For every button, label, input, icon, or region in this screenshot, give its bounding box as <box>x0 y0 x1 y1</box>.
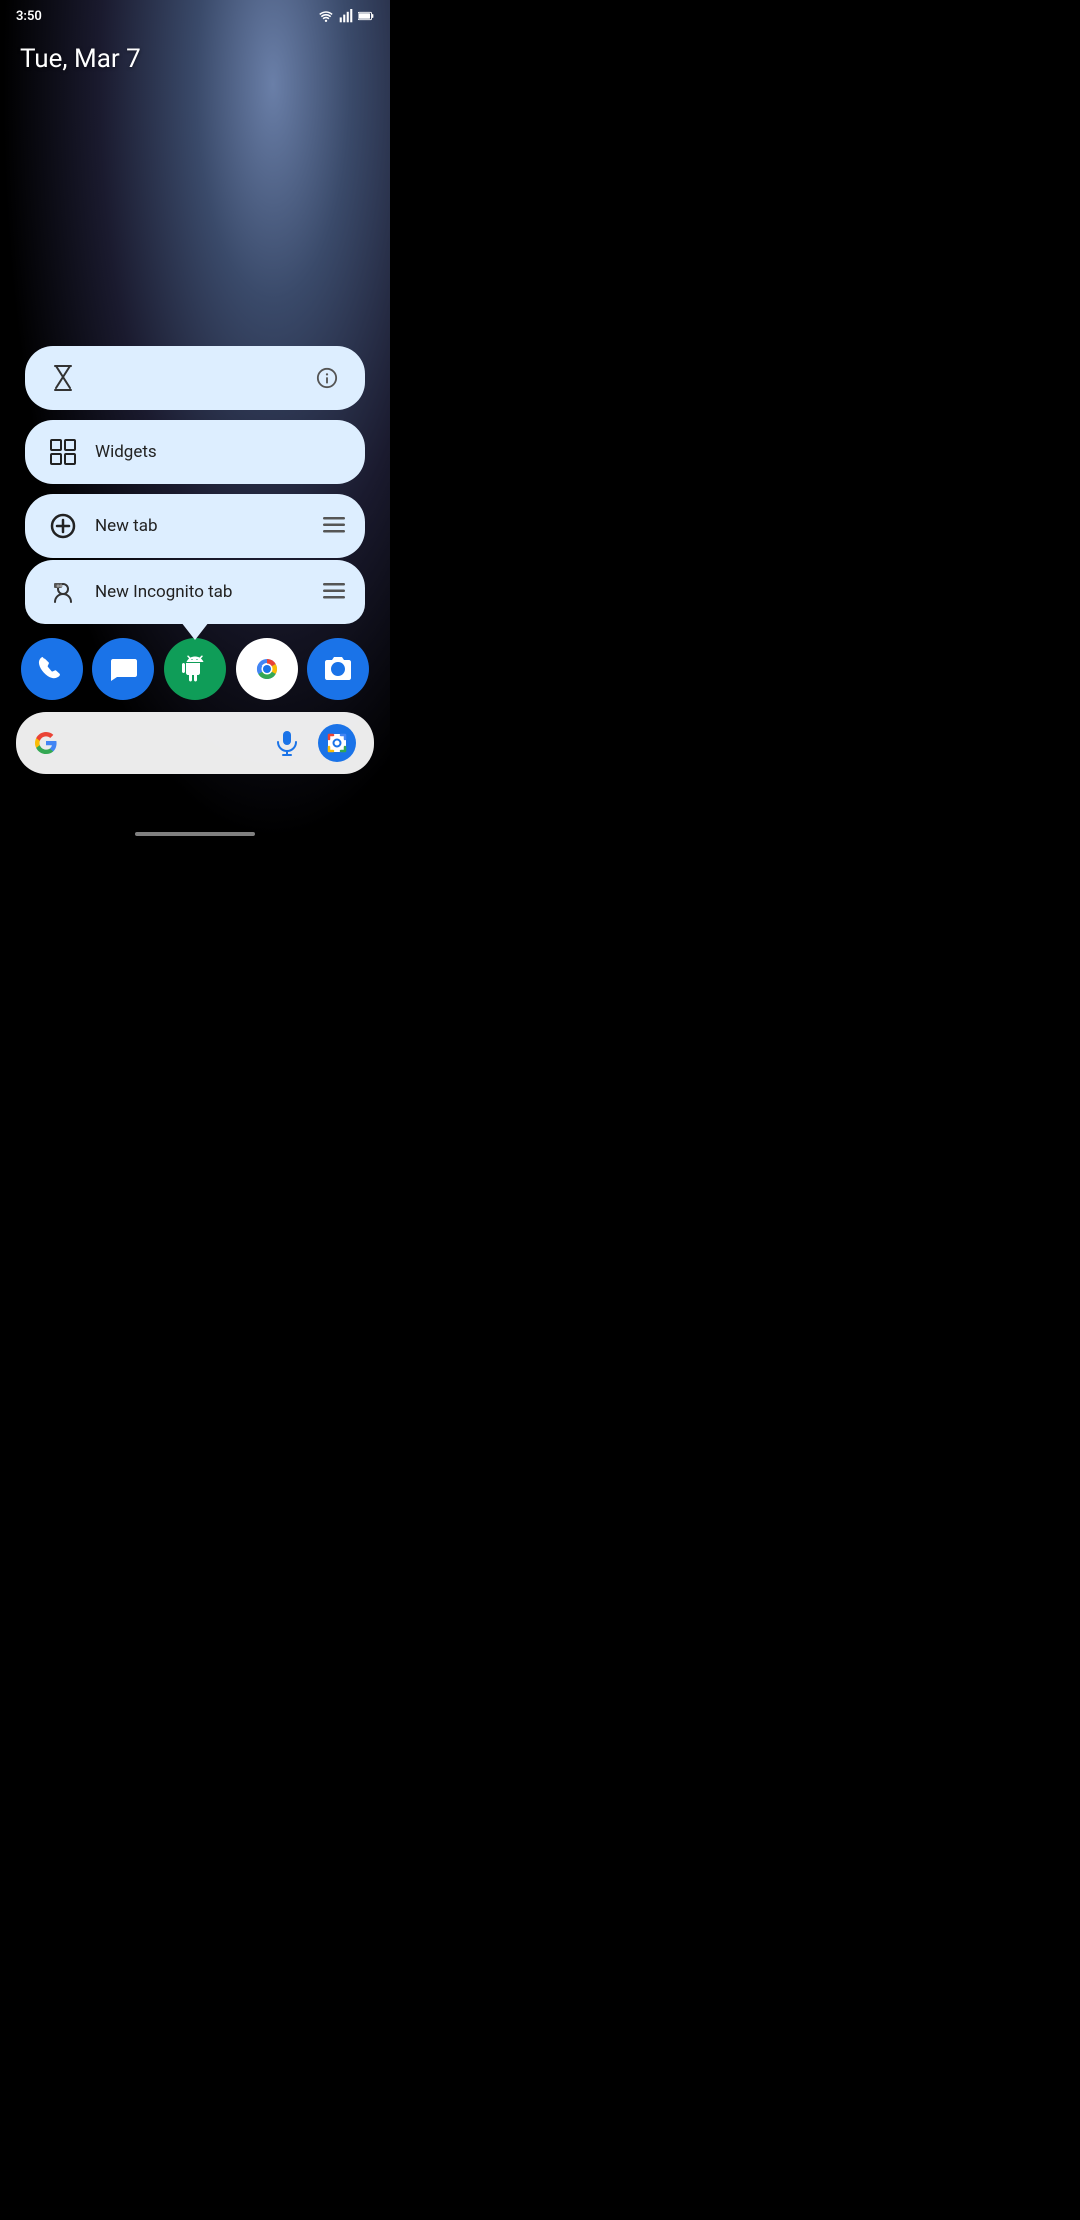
info-icon[interactable] <box>309 360 345 396</box>
google-logo <box>34 731 58 755</box>
dock-icons <box>16 638 374 700</box>
menu-item-new-tab[interactable]: New tab <box>25 494 365 558</box>
dock-app-camera[interactable] <box>307 638 369 700</box>
incognito-icon <box>45 574 81 610</box>
status-bar: 3:50 <box>0 0 390 28</box>
menu-item-incognito-tab[interactable]: New Incognito tab <box>25 560 365 624</box>
voice-search-button[interactable] <box>268 724 306 762</box>
status-icons <box>318 8 374 24</box>
status-time: 3:50 <box>16 9 42 24</box>
menu-item-hourglass[interactable] <box>25 346 365 410</box>
date-label: Tue, Mar 7 <box>0 28 390 82</box>
incognito-tab-drag-handle[interactable] <box>323 580 345 604</box>
incognito-tab-label: New Incognito tab <box>95 582 232 602</box>
new-tab-drag-handle[interactable] <box>323 514 345 538</box>
search-bar[interactable] <box>16 712 374 774</box>
new-tab-left: New tab <box>45 508 158 544</box>
new-tab-icon <box>45 508 81 544</box>
new-tab-label: New tab <box>95 516 158 536</box>
widgets-icon <box>45 434 81 470</box>
context-menu: Widgets New tab <box>25 346 365 624</box>
nav-gesture-bar <box>135 832 255 836</box>
menu-item-widgets[interactable]: Widgets <box>25 420 365 484</box>
dock <box>0 638 390 774</box>
hourglass-icon <box>45 360 81 396</box>
widgets-label: Widgets <box>95 442 157 462</box>
dock-app-phone[interactable] <box>21 638 83 700</box>
dock-app-chrome[interactable] <box>236 638 298 700</box>
google-lens-button[interactable] <box>318 724 356 762</box>
signal-icon <box>338 8 354 24</box>
dock-app-messages[interactable] <box>92 638 154 700</box>
incognito-tab-left: New Incognito tab <box>45 574 232 610</box>
dock-app-android[interactable] <box>164 638 226 700</box>
wifi-icon <box>318 8 334 24</box>
battery-icon <box>358 8 374 24</box>
